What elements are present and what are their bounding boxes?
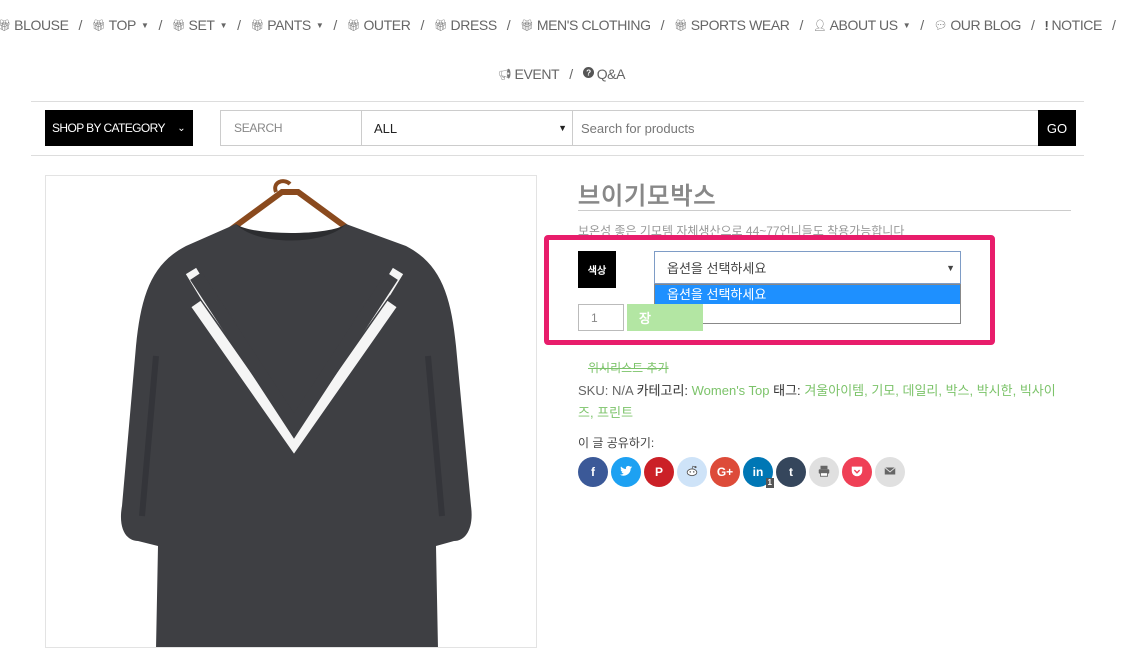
divider <box>578 210 1071 211</box>
product-title: 브이기모박스 <box>578 183 717 210</box>
nav-item-pants[interactable]: 🎁︎ PANTS ▼ <box>251 17 324 33</box>
wishlist-link[interactable]: 위시리스트 추가 <box>588 359 669 376</box>
sku-label: SKU: <box>578 383 609 398</box>
gift-icon: 🎁︎ <box>171 19 186 32</box>
go-button[interactable]: GO <box>1038 110 1076 146</box>
nav-separator: / <box>569 66 573 82</box>
gift-icon: 🎁︎ <box>250 19 265 32</box>
email-share-button[interactable] <box>875 457 905 487</box>
google-plus-icon: G+ <box>716 465 734 479</box>
nav-separator: / <box>78 17 83 33</box>
nav-separator: / <box>237 17 241 33</box>
gift-icon: 🎁︎ <box>346 19 361 32</box>
share-count-badge: 1 <box>765 478 774 488</box>
sku-value: N/A <box>611 383 633 398</box>
google-plus-share-button[interactable]: G+ <box>710 457 740 487</box>
share-buttons: f P G+ in 1 t <box>578 457 905 488</box>
category-label: 카테고리: <box>636 383 689 398</box>
pocket-icon <box>850 464 864 481</box>
search-category-select[interactable]: ALL ▼ <box>361 110 573 146</box>
category-link[interactable]: Women's Top <box>692 383 770 398</box>
nav-separator: / <box>799 17 804 33</box>
facebook-share-button[interactable]: f <box>578 457 608 487</box>
bullhorn-icon: 📢︎ <box>497 68 512 81</box>
nav-separator: / <box>420 17 424 33</box>
nav-separator: / <box>333 17 337 33</box>
divider <box>31 101 1084 102</box>
highlight-box <box>544 235 995 345</box>
search-input[interactable]: Search for products <box>572 110 1040 146</box>
nav-separator: / <box>1031 17 1035 33</box>
user-icon: 👤︎ <box>813 19 827 32</box>
question-circle-icon: ? <box>582 67 594 81</box>
chevron-down-icon: ⌄ <box>177 122 185 134</box>
tumblr-share-button[interactable]: t <box>776 457 806 487</box>
shop-by-category-button[interactable]: SHOP BY CATEGORY ⌄ <box>45 110 193 146</box>
exclamation-icon: ! <box>1044 17 1049 33</box>
envelope-icon <box>883 464 897 481</box>
tags-label: 태그: <box>773 383 801 398</box>
gift-icon: 🎁︎ <box>92 19 106 32</box>
nav-item-blouse[interactable]: 🎁︎ BLOUSE <box>0 17 69 33</box>
reddit-icon <box>685 464 699 481</box>
linkedin-icon: in <box>752 465 764 479</box>
caret-down-icon: ▼ <box>219 20 228 30</box>
pinterest-share-button[interactable]: P <box>644 457 674 487</box>
gift-icon: 🎁︎ <box>520 19 534 32</box>
caret-down-icon: ▼ <box>902 20 911 30</box>
search-label: SEARCH <box>220 110 362 146</box>
gift-icon: 🎁︎ <box>674 19 688 32</box>
caret-down-icon: ▼ <box>558 123 567 133</box>
nav-row-2: 📢︎ EVENT / ? Q&A <box>0 66 1123 82</box>
tumblr-icon: t <box>789 465 793 479</box>
gift-icon: 🎁︎ <box>0 19 12 32</box>
product-meta: SKU: N/A 카테고리: Women's Top 태그: 겨울아이템, 기모… <box>578 380 1068 424</box>
nav-item-about-us[interactable]: 👤︎ ABOUT US ▼ <box>813 17 911 33</box>
linkedin-share-button[interactable]: in 1 <box>743 457 774 488</box>
twitter-icon <box>619 464 633 481</box>
nav-item-outer[interactable]: 🎁︎ OUTER <box>347 17 411 33</box>
product-image[interactable] <box>45 175 537 648</box>
nav-item-our-blog[interactable]: 💬︎ OUR BLOG <box>933 17 1022 33</box>
comments-icon: 💬︎ <box>933 19 948 32</box>
print-icon <box>817 464 831 481</box>
reddit-share-button[interactable] <box>677 457 707 487</box>
gift-icon: 🎁︎ <box>433 19 448 32</box>
nav-item-top[interactable]: 🎁︎ TOP ▼ <box>92 17 149 33</box>
caret-down-icon: ▼ <box>140 20 149 30</box>
twitter-share-button[interactable] <box>611 457 641 487</box>
divider <box>31 155 1084 156</box>
pocket-share-button[interactable] <box>842 457 872 487</box>
nav-item-event[interactable]: 📢︎ EVENT <box>497 66 560 82</box>
pinterest-icon: P <box>654 465 663 479</box>
top-navigation: 🎁︎ BLOUSE / 🎁︎ TOP ▼ / 🎁︎ SET ▼ / 🎁︎ PANTS ▼ / … <box>0 0 1123 100</box>
nav-row-1: 🎁︎ BLOUSE / 🎁︎ TOP ▼ / 🎁︎ SET ▼ / 🎁︎ PANTS ▼ / … <box>0 17 1123 33</box>
nav-item-dress[interactable]: 🎁︎ DRESS <box>434 17 497 33</box>
nav-item-mens-clothing[interactable]: 🎁︎ MEN'S CLOTHING <box>520 17 651 33</box>
nav-separator: / <box>1111 17 1116 33</box>
print-button[interactable] <box>809 457 839 487</box>
nav-separator: / <box>506 17 511 33</box>
nav-item-notice[interactable]: ! NOTICE <box>1044 17 1103 33</box>
nav-item-set[interactable]: 🎁︎ SET ▼ <box>171 17 228 33</box>
caret-down-icon: ▼ <box>315 20 324 30</box>
facebook-icon: f <box>591 465 595 479</box>
nav-item-qna[interactable]: ? Q&A <box>582 66 625 82</box>
share-label: 이 글 공유하기: <box>578 436 655 450</box>
nav-separator: / <box>920 17 924 33</box>
nav-separator: / <box>660 17 665 33</box>
nav-separator: / <box>158 17 162 33</box>
nav-item-sports-wear[interactable]: 🎁︎ SPORTS WEAR <box>674 17 790 33</box>
svg-text:?: ? <box>586 68 591 77</box>
